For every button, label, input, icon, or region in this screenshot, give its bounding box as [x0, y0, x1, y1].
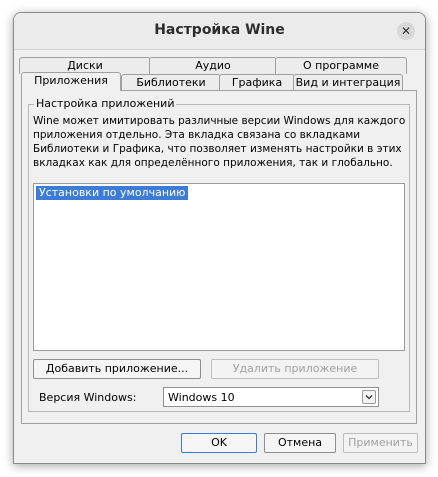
- apply-button[interactable]: Применить: [343, 433, 418, 453]
- app-settings-group: Настройка приложений Wine может имитиров…: [28, 97, 410, 412]
- applications-pane: Настройка приложений Wine может имитиров…: [21, 90, 417, 424]
- close-button[interactable]: ✕: [397, 22, 415, 40]
- description-line: Wine может имитировать различные версии …: [33, 115, 405, 127]
- ok-button[interactable]: OK: [181, 433, 257, 453]
- tab-desktop-integration[interactable]: Вид и интеграция: [293, 74, 403, 91]
- windows-version-select[interactable]: Windows 10: [163, 387, 379, 407]
- applications-list[interactable]: Установки по умолчанию: [33, 183, 405, 351]
- close-icon: ✕: [400, 24, 412, 38]
- title-bar[interactable]: Настройка Wine ✕: [14, 13, 425, 50]
- description-text: Wine может имитировать различные версии …: [33, 114, 405, 170]
- tab-audio[interactable]: Аудио: [149, 57, 277, 74]
- cancel-button[interactable]: Отмена: [264, 433, 336, 453]
- tab-applications[interactable]: Приложения: [21, 72, 121, 91]
- windows-version-value: Windows 10: [168, 391, 235, 404]
- remove-application-button[interactable]: Удалить приложение: [211, 359, 379, 379]
- window-title: Настройка Wine: [154, 22, 285, 38]
- description-line: приложения отдельно. Эта вкладка связана…: [33, 129, 361, 141]
- list-item-default-settings[interactable]: Установки по умолчанию: [36, 186, 189, 200]
- tab-libraries[interactable]: Библиотеки: [121, 74, 221, 91]
- tab-graphics[interactable]: Графика: [219, 74, 295, 91]
- description-line: вкладках как для определённого приложени…: [33, 157, 393, 169]
- wine-config-window: Настройка Wine ✕ Диски Аудио О программе…: [13, 12, 426, 464]
- tab-about[interactable]: О программе: [275, 57, 407, 74]
- windows-version-label: Версия Windows:: [39, 391, 137, 404]
- description-line: Библиотеки и Графика, что позволяет изме…: [33, 143, 402, 155]
- group-title: Настройка приложений: [34, 97, 177, 110]
- add-application-button[interactable]: Добавить приложение...: [33, 359, 201, 379]
- chevron-down-icon[interactable]: [362, 390, 376, 404]
